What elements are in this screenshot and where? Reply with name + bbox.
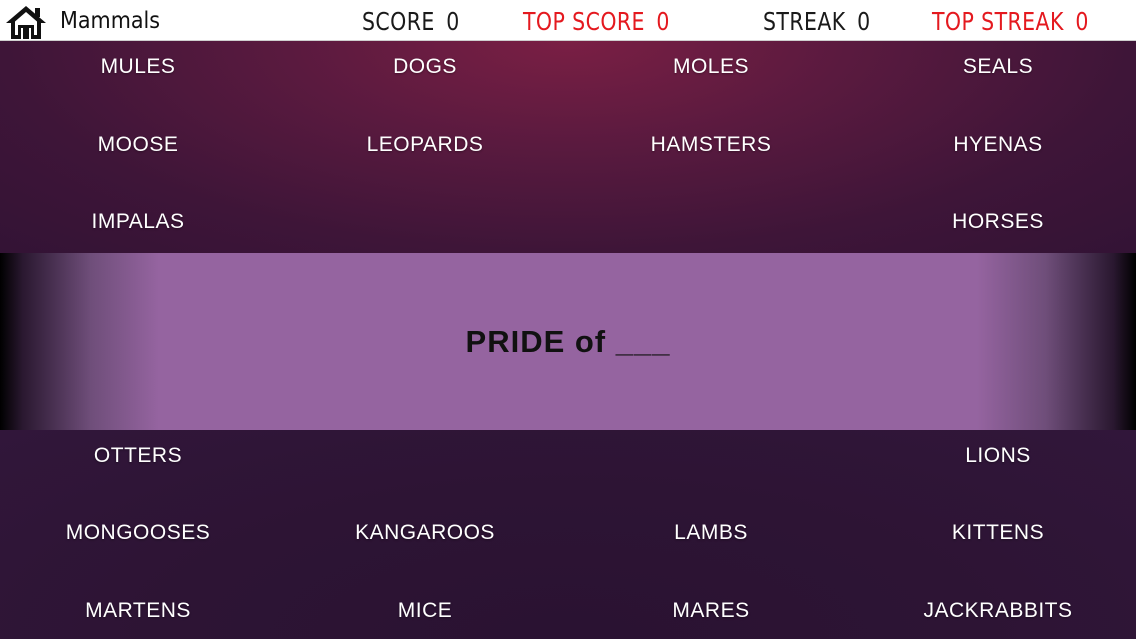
- answer-word[interactable]: MICE: [295, 599, 555, 623]
- home-icon: [6, 6, 46, 39]
- answer-word[interactable]: LEOPARDS: [295, 133, 555, 157]
- score-display: SCORE 0: [362, 7, 460, 36]
- answer-word[interactable]: KITTENS: [868, 521, 1128, 545]
- answer-word[interactable]: KANGAROOS: [295, 521, 555, 545]
- answer-word[interactable]: MULES: [8, 55, 268, 79]
- answer-word[interactable]: SEALS: [868, 55, 1128, 79]
- answer-word[interactable]: MOLES: [581, 55, 841, 79]
- answer-word[interactable]: MARES: [581, 599, 841, 623]
- score-label: SCORE: [362, 7, 435, 36]
- answer-word[interactable]: HAMSTERS: [581, 133, 841, 157]
- answer-word[interactable]: LIONS: [868, 444, 1128, 468]
- answer-word[interactable]: IMPALAS: [8, 210, 268, 234]
- question-text: PRIDE of ___: [465, 323, 671, 359]
- answer-word[interactable]: HYENAS: [868, 133, 1128, 157]
- score-value: 0: [446, 7, 460, 36]
- answer-word[interactable]: MOOSE: [8, 133, 268, 157]
- answer-word[interactable]: MONGOOSES: [8, 521, 268, 545]
- answer-word[interactable]: JACKRABBITS: [868, 599, 1128, 623]
- streak-display: STREAK 0: [763, 7, 871, 36]
- answer-word[interactable]: OTTERS: [8, 444, 268, 468]
- answer-word[interactable]: LAMBS: [581, 521, 841, 545]
- top-score-value: 0: [656, 7, 670, 36]
- top-streak-display: TOP STREAK 0: [932, 7, 1089, 36]
- category-title: Mammals: [60, 8, 161, 34]
- streak-value: 0: [857, 7, 871, 36]
- answer-word[interactable]: HORSES: [868, 210, 1128, 234]
- top-bar: Mammals SCORE 0 TOP SCORE 0 STREAK 0 TOP ST…: [0, 0, 1136, 41]
- top-score-label: TOP SCORE: [523, 7, 645, 36]
- home-button[interactable]: [4, 4, 48, 40]
- top-streak-value: 0: [1075, 7, 1089, 36]
- answer-word[interactable]: MARTENS: [8, 599, 268, 623]
- top-streak-label: TOP STREAK: [932, 7, 1064, 36]
- answer-word[interactable]: DOGS: [295, 55, 555, 79]
- streak-label: STREAK: [763, 7, 846, 36]
- top-score-display: TOP SCORE 0: [523, 7, 670, 36]
